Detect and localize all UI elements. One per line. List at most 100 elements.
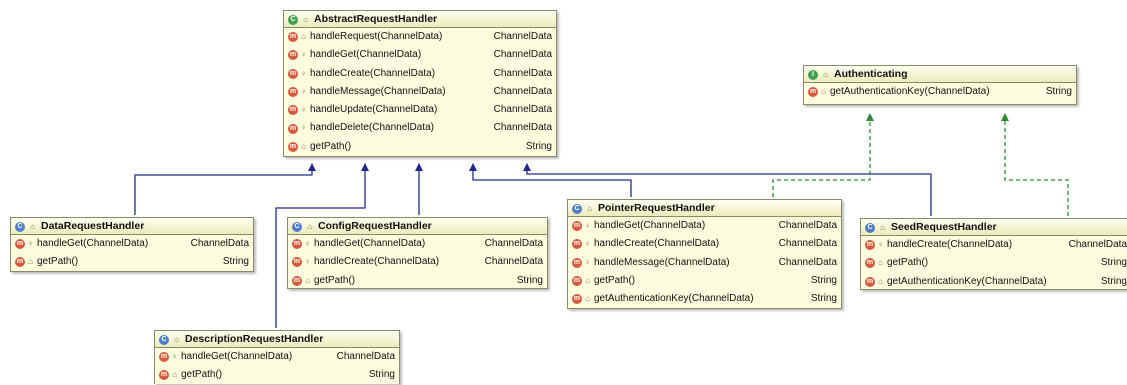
method-icon: m (865, 240, 875, 251)
method-row[interactable]: m ♀ handleGet(ChannelData) ChannelData (568, 217, 841, 235)
return-type: ChannelData (493, 49, 552, 61)
method-signature: handleUpdate(ChannelData) (310, 104, 438, 116)
method-row[interactable]: m ⌂ getAuthenticationKey(ChannelData) Strin… (804, 83, 1076, 101)
edge-seed-implements-authenticating (1004, 114, 1069, 216)
method-row[interactable]: m ♀ handleDelete(ChannelData) ChannelData (284, 119, 556, 137)
method-icon: m (865, 276, 875, 287)
class-name: Authenticating (834, 68, 908, 80)
method-row[interactable]: m ♀ handleCreate(ChannelData) ChannelData (284, 65, 556, 83)
method-row[interactable]: m ♀ handleGet(ChannelData) ChannelData (11, 235, 253, 253)
class-header: C ⌂ PointerRequestHandler (568, 200, 841, 217)
method-row[interactable]: m ♀ handleUpdate(ChannelData) ChannelData (284, 101, 556, 119)
return-type: String (810, 293, 837, 305)
visibility-icon: ⌂ (821, 87, 826, 96)
relationship-edges (134, 113, 1069, 328)
method-row[interactable]: m ♀ handleMessage(ChannelData) ChannelData (568, 254, 841, 272)
method-signature: handleGet(ChannelData) (314, 238, 426, 249)
arrowhead-config (415, 163, 423, 171)
class-name: SeedRequestHandler (891, 221, 997, 233)
method-icon: m (572, 221, 582, 232)
method-row[interactable]: m ⌂ getAuthenticationKey(ChannelData) Strin… (861, 273, 1127, 291)
interface-authenticating[interactable]: I ⌂ Authenticating m ⌂ getAuthenticationKey(… (803, 65, 1077, 105)
visibility-icon: ⌂ (823, 70, 828, 79)
return-type: ChannelData (493, 31, 552, 42)
method-row[interactable]: m ♀ handleGet(ChannelData) ChannelData (288, 235, 547, 253)
method-icon: m (159, 352, 169, 363)
method-icon: m (865, 258, 875, 269)
return-type: ChannelData (778, 256, 837, 268)
class-icon: C (292, 221, 302, 232)
method-row[interactable]: m ⌂ getPath() String (11, 253, 253, 271)
method-row[interactable]: m ⌂ getPath() String (284, 138, 556, 156)
method-signature: handleCreate(ChannelData) (594, 238, 720, 250)
return-type: String (810, 274, 837, 286)
method-signature: getPath() (887, 257, 929, 269)
method-signature: getAuthenticationKey(ChannelData) (887, 275, 1047, 287)
class-name: ConfigRequestHandler (318, 220, 432, 232)
edge-pointer-to-abstract (472, 164, 632, 197)
method-icon: m (15, 257, 25, 268)
return-type: ChannelData (493, 85, 552, 97)
method-row[interactable]: m ♀ handleMessage(ChannelData) ChannelData (284, 83, 556, 101)
method-icon: m (288, 32, 298, 43)
method-signature: getAuthenticationKey(ChannelData) (594, 293, 754, 305)
method-row[interactable]: m ♀ handleCreate(ChannelData) ChannelData (288, 253, 547, 271)
method-icon: m (288, 105, 298, 116)
method-row[interactable]: m ⌂ getPath() String (155, 366, 399, 384)
visibility-icon: ⌂ (174, 335, 179, 344)
arrowhead-pointer (469, 163, 477, 171)
protected-icon: ♀ (300, 123, 307, 133)
class-header: I ⌂ Authenticating (804, 66, 1076, 83)
return-type: String (222, 256, 249, 268)
protected-icon: ♀ (300, 68, 307, 78)
class-header: C ⌂ AbstractRequestHandler (284, 11, 556, 28)
visibility-icon: ⌂ (878, 258, 883, 268)
class-header: C ⌂ DescriptionRequestHandler (155, 331, 399, 348)
return-type: ChannelData (778, 220, 837, 231)
abstract-class-icon: C (288, 14, 298, 25)
method-row[interactable]: m ⌂ getPath() String (568, 272, 841, 290)
arrowhead-seed (523, 163, 531, 171)
visibility-icon: ⌂ (301, 141, 306, 151)
class-data-request-handler[interactable]: C ⌂ DataRequestHandler m ♀ handleGet(Channel… (10, 217, 254, 272)
protected-icon: ♀ (304, 257, 311, 267)
method-signature: getPath() (310, 140, 352, 152)
method-row[interactable]: m ♀ handleGet(ChannelData) ChannelData (284, 46, 556, 64)
method-row[interactable]: m ♀ handleCreate(ChannelData) ChannelData (568, 235, 841, 253)
method-signature: getPath() (37, 256, 79, 268)
arrowhead-impl-pointer (866, 113, 874, 121)
class-abstract-request-handler[interactable]: C ⌂ AbstractRequestHandler m ⌂ handleRequest… (283, 10, 557, 157)
method-icon: m (572, 276, 582, 287)
method-row[interactable]: m ⌂ getPath() String (861, 254, 1127, 272)
return-type: ChannelData (493, 122, 552, 134)
return-type: String (1100, 275, 1127, 287)
method-row[interactable]: m ⌂ handleRequest(ChannelData) ChannelData (284, 28, 556, 46)
method-row[interactable]: m ♀ handleGet(ChannelData) ChannelData (155, 348, 399, 366)
class-pointer-request-handler[interactable]: C ⌂ PointerRequestHandler m ♀ handleGet(Chan… (567, 199, 842, 309)
class-seed-request-handler[interactable]: C ⌂ SeedRequestHandler m ♀ handleCreate(Chan… (860, 218, 1127, 290)
return-type: String (368, 369, 395, 381)
visibility-icon: ⌂ (303, 15, 308, 24)
visibility-icon: ⌂ (301, 32, 306, 41)
method-icon: m (292, 257, 302, 268)
method-signature: handleCreate(ChannelData) (314, 256, 440, 268)
class-icon: C (159, 334, 169, 345)
method-signature: handleCreate(ChannelData) (887, 239, 1013, 250)
edge-pointer-implements-authenticating (772, 114, 871, 197)
method-icon: m (15, 239, 25, 250)
return-type: ChannelData (493, 104, 552, 116)
class-config-request-handler[interactable]: C ⌂ ConfigRequestHandler m ♀ handleGet(Chann… (287, 217, 548, 289)
method-row[interactable]: m ♀ handleCreate(ChannelData) ChannelData (861, 236, 1127, 254)
method-row[interactable]: m ⌂ getPath() String (288, 272, 547, 290)
return-type: ChannelData (190, 238, 249, 249)
method-icon: m (292, 239, 302, 250)
return-type: ChannelData (778, 238, 837, 250)
method-icon: m (288, 141, 298, 152)
method-signature: handleGet(ChannelData) (594, 220, 706, 231)
method-row[interactable]: m ⌂ getAuthenticationKey(ChannelData) Strin… (568, 290, 841, 308)
method-signature: handleRequest(ChannelData) (310, 31, 443, 42)
class-description-request-handler[interactable]: C ⌂ DescriptionRequestHandler m ♀ handleGet(… (154, 330, 400, 384)
method-icon: m (808, 87, 818, 98)
class-name: DataRequestHandler (41, 220, 145, 232)
method-signature: handleMessage(ChannelData) (594, 256, 730, 268)
